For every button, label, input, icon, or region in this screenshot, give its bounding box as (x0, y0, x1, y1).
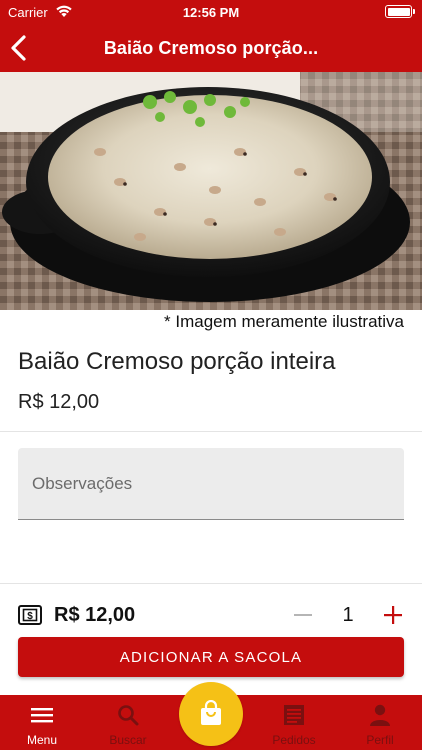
money-icon: $ (18, 605, 42, 625)
navigation-bar: Baião Cremoso porção... (0, 24, 422, 72)
order-total: $ R$ 12,00 (18, 602, 135, 628)
tab-search[interactable]: Buscar (86, 695, 170, 750)
page-title: Baião Cremoso porção... (103, 38, 319, 58)
add-to-bag-button[interactable]: ADICIONAR A SACOLA (18, 637, 404, 677)
product-image (0, 72, 422, 310)
tab-label: Perfil (366, 733, 394, 747)
increase-quantity-button[interactable] (378, 600, 408, 630)
orders-icon (284, 705, 304, 725)
minus-icon (294, 614, 312, 616)
product-name: Baião Cremoso porção inteira (18, 348, 336, 375)
observations-field[interactable] (18, 448, 404, 520)
tab-profile[interactable]: Perfil (338, 695, 422, 750)
svg-text:$: $ (27, 611, 33, 622)
tab-label: Pedidos (272, 733, 316, 747)
quantity-stepper: 1 (288, 600, 408, 630)
profile-icon (370, 704, 390, 726)
shopping-bag-icon (201, 700, 221, 725)
search-icon (118, 705, 139, 726)
product-price: R$ 12,00 (18, 391, 100, 413)
observations-input[interactable] (18, 448, 404, 519)
status-bar: Carrier 12:56 PM (0, 0, 422, 24)
tab-label: Menu (26, 733, 58, 747)
tab-menu[interactable]: Menu (0, 695, 84, 750)
cart-button[interactable] (179, 682, 243, 746)
tab-label: Buscar (109, 733, 147, 747)
image-caption: * Imagem meramente ilustrativa (164, 312, 404, 331)
tab-orders[interactable]: Pedidos (252, 695, 336, 750)
menu-icon (31, 708, 53, 723)
plus-icon (384, 606, 402, 624)
clock: 12:56 PM (182, 5, 240, 20)
decrease-quantity-button[interactable] (288, 600, 318, 630)
quantity-value: 1 (342, 603, 354, 626)
divider (0, 583, 422, 584)
battery-icon (385, 5, 415, 18)
total-value: R$ 12,00 (54, 603, 136, 626)
divider (0, 431, 422, 432)
top-bar: Carrier 12:56 PM Baião Cremoso porção... (0, 0, 422, 72)
